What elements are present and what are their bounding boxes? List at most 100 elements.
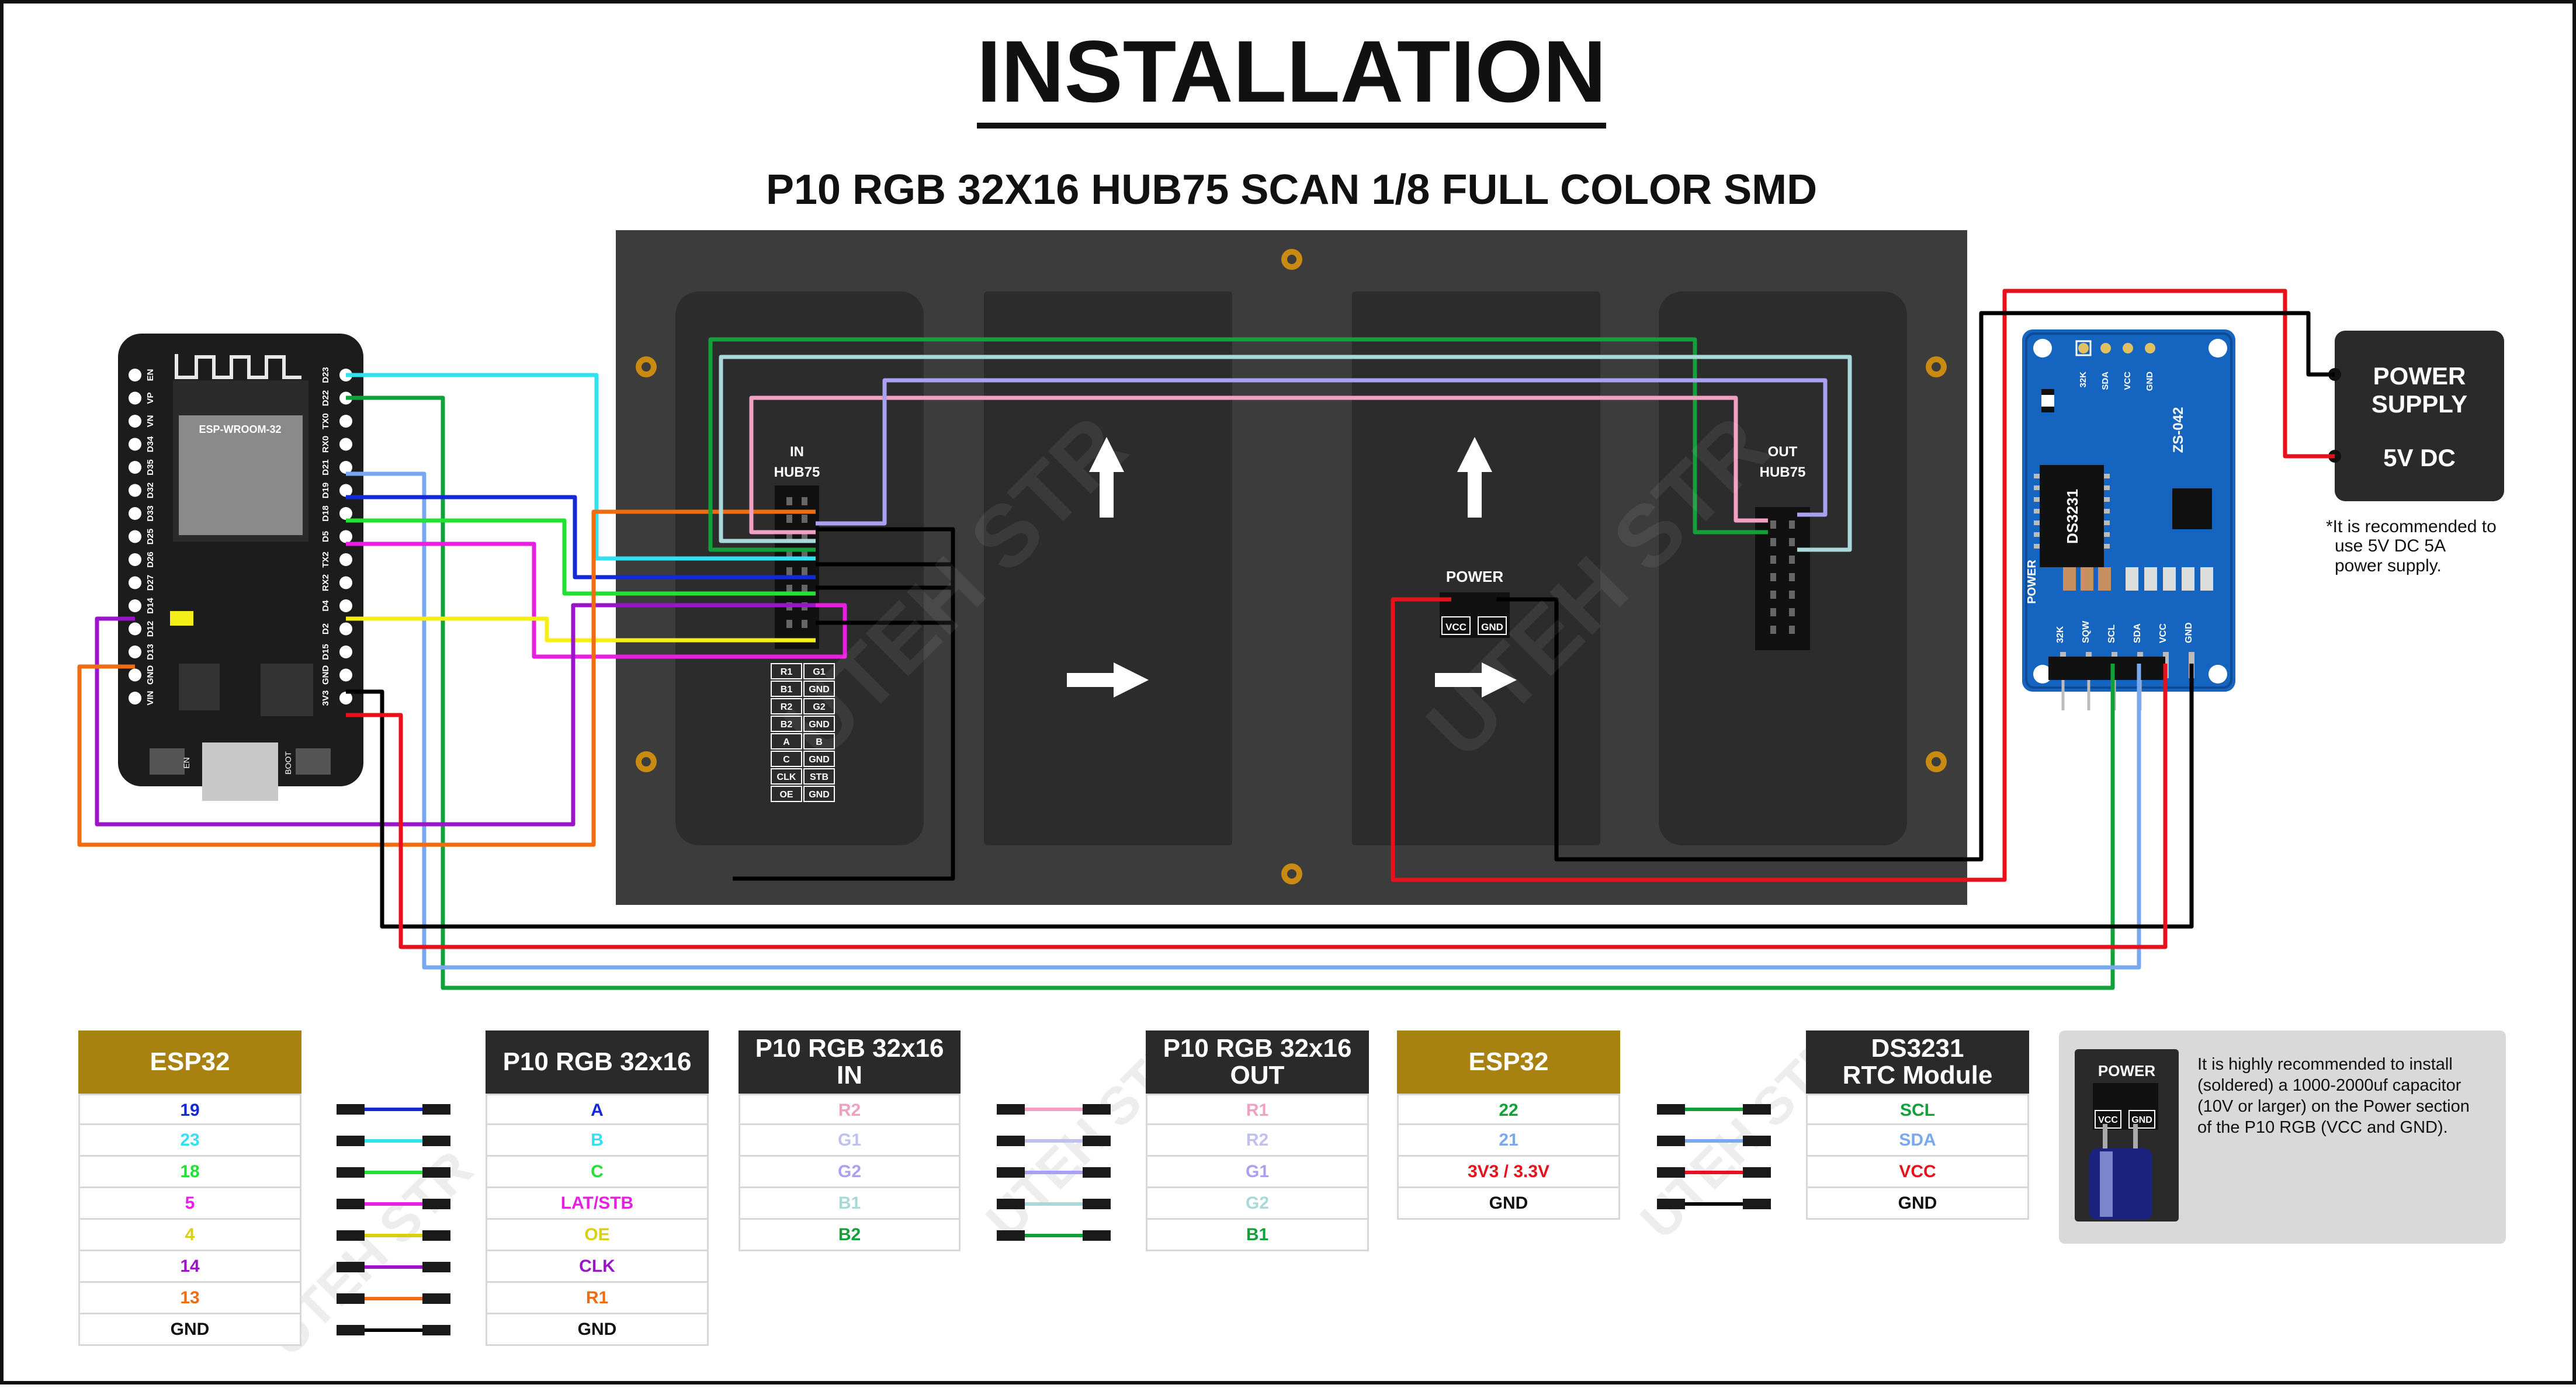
esp32-pin-label: VIN [145, 690, 155, 705]
table-cell: R1 [486, 1283, 709, 1314]
jumper-wire [337, 1104, 450, 1115]
esp32-pin-label: EN [145, 369, 155, 381]
zs042-label: ZS-042 [2171, 407, 2186, 453]
esp32-pin-label: 3V3 [321, 690, 331, 706]
table-cell: R2 [1146, 1125, 1369, 1157]
hub75-pin-label: GND [809, 790, 830, 800]
mounting-hole [636, 751, 657, 772]
esp32-pin-label: D4 [321, 600, 331, 612]
esp32-pin-label: D18 [321, 505, 331, 522]
table-cell: R1 [1146, 1094, 1369, 1125]
rtc-pin-label: SQW [2081, 620, 2091, 643]
table-cell: 22 [1397, 1094, 1620, 1125]
rtc-power-label: POWER [2026, 560, 2038, 604]
mounting-hole [1281, 249, 1302, 270]
table-header: P10 RGB 32x16 OUT [1146, 1030, 1369, 1094]
table-cell: VCC [1806, 1157, 2029, 1188]
esp32-pin-label: D25 [145, 529, 155, 545]
table-header: DS3231 RTC Module [1806, 1030, 2029, 1094]
table-cell: G2 [739, 1157, 961, 1188]
esp32-pin-label: D23 [321, 367, 331, 383]
table-cell: GND [78, 1314, 301, 1346]
jumper-wire [1657, 1104, 1771, 1115]
esp32-module-label: ESP-WROOM-32 [199, 424, 281, 435]
esp32-pin-label: TX0 [321, 413, 331, 429]
table-cell: SDA [1806, 1125, 2029, 1157]
esp32-board: ESP-WROOM-32 EN BOOT EN VP VN D34 D35 D32 D33 D… [118, 334, 363, 801]
legend-table-esp32: ESP32 19 23 18 5 4 14 13 GND [78, 1030, 301, 1346]
esp32-pin-label: D21 [321, 459, 331, 476]
esp32-pin-label: D27 [145, 575, 155, 591]
jumper-wire [997, 1230, 1111, 1241]
ds3231-chip-label: DS3231 [2064, 489, 2081, 544]
hub75-pin-label: A [783, 737, 790, 747]
vcc-label: VCC [1445, 622, 1466, 633]
legend-table-esp32-rtc: ESP32 22 21 3V3 / 3.3V GND [1397, 1030, 1620, 1220]
table-cell: 18 [78, 1157, 301, 1188]
legend-table-ds3231: DS3231 RTC Module SCL SDA VCC GND [1806, 1030, 2029, 1220]
table-header: ESP32 [78, 1030, 301, 1094]
installation-diagram: INSTALLATION P10 RGB 32X16 HUB75 SCAN 1/… [0, 0, 2576, 1384]
panel-power-label: POWER [1446, 568, 1503, 585]
jumper-wire [337, 1136, 450, 1146]
table-cell: B1 [739, 1188, 961, 1220]
hub75-pin-label: CLK [777, 772, 796, 782]
rtc-pin-label: SDA [2133, 623, 2142, 643]
esp32-pin-label: RX0 [321, 436, 331, 453]
mounting-hole [1926, 356, 1947, 377]
capacitor-note-text: (soldered) a 1000-2000uf capacitor [2197, 1076, 2461, 1095]
esp32-pin-label: D33 [145, 505, 155, 522]
esp32-pin-label: D32 [145, 483, 155, 499]
rtc-pin-label: SDA [2100, 372, 2110, 390]
table-cell: GND [1397, 1188, 1620, 1220]
table-cell: A [486, 1094, 709, 1125]
table-header-line: OUT [1230, 1061, 1285, 1089]
table-cell: GND [486, 1314, 709, 1346]
capacitor-note-text: (10V or larger) on the Power section [2197, 1097, 2470, 1116]
esp32-pin-label: RX2 [321, 574, 331, 591]
table-cell: 19 [78, 1094, 301, 1125]
in-hub75-label: HUB75 [774, 464, 820, 480]
power-supply-label: SUPPLY [2372, 390, 2467, 418]
power-supply-voltage: 5V DC [2383, 444, 2456, 471]
power-supply-note: power supply. [2335, 556, 2442, 575]
table-header-line: P10 RGB 32x16 [755, 1034, 944, 1063]
mounting-hole [1281, 863, 1302, 884]
table-header-line: RTC Module [1842, 1061, 1993, 1089]
esp32-pin-label: D13 [145, 644, 155, 660]
hub75-pin-label: OE [779, 790, 793, 800]
table-cell: B1 [1146, 1220, 1369, 1251]
table-cell: B2 [739, 1220, 961, 1251]
table-cell: G1 [739, 1125, 961, 1157]
esp32-pin-label: D5 [321, 531, 331, 542]
table-cell: SCL [1806, 1094, 2029, 1125]
out-hub75-connector [1755, 507, 1810, 650]
table-cell: 14 [78, 1251, 301, 1283]
table-cell: C [486, 1157, 709, 1188]
rtc-pin-label: GND [2145, 372, 2155, 391]
esp32-pin-label: D12 [145, 621, 155, 637]
in-hub75-label: IN [790, 444, 804, 460]
capacitor-note-text: of the P10 RGB (VCC and GND). [2197, 1118, 2448, 1137]
table-cell: 21 [1397, 1125, 1620, 1157]
ds3231-rtc-module: 32K SDA VCC GND DS3231 ZS-042 POWER 32K SQW S… [2022, 329, 2235, 710]
power-supply: POWER SUPPLY 5V DC [2328, 331, 2504, 501]
table-cell: LAT/STB [486, 1188, 709, 1220]
mounting-hole [1926, 751, 1947, 772]
table-header-line: IN [837, 1061, 862, 1089]
en-button-label: EN [182, 757, 191, 768]
rtc-pin-label: VCC [2123, 372, 2133, 390]
esp32-pin-label: D35 [145, 459, 155, 476]
table-header: ESP32 [1397, 1030, 1620, 1094]
esp32-pin-label: D34 [145, 436, 155, 452]
legend-table-p10-in: P10 RGB 32x16 IN R2 G1 G2 B1 B2 [739, 1030, 961, 1251]
table-cell: R2 [739, 1094, 961, 1125]
table-cell: CLK [486, 1251, 709, 1283]
table-cell: GND [1806, 1188, 2029, 1220]
rtc-pin-label: 32K [2055, 626, 2065, 643]
esp32-pin-label: D26 [145, 551, 155, 568]
legend-table-p10-out: P10 RGB 32x16 OUT R1 R2 G1 G2 B1 [1146, 1030, 1369, 1251]
table-cell: 3V3 / 3.3V [1397, 1157, 1620, 1188]
esp32-pin-label: VP [145, 392, 155, 404]
jumper-wire [997, 1104, 1111, 1115]
